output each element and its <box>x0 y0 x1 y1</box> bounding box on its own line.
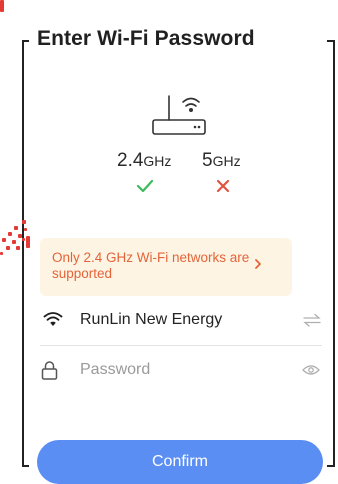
page-title: Enter Wi-Fi Password <box>37 27 255 50</box>
frame-right-bottom-tick <box>327 465 335 467</box>
frame-right-line <box>333 40 335 467</box>
check-icon <box>136 179 154 193</box>
frame-right-top-tick <box>327 40 335 42</box>
eye-icon[interactable] <box>302 364 320 376</box>
cross-icon <box>216 179 230 193</box>
lock-icon <box>41 361 58 380</box>
network-row-divider <box>40 345 322 346</box>
red-marker-icon <box>0 220 30 255</box>
network-name[interactable]: RunLin New Energy <box>80 311 222 329</box>
band-2-4ghz-label: 2.4GHz <box>117 150 172 171</box>
frame-left-top-tick <box>22 40 29 42</box>
band-notice[interactable]: Only 2.4 GHz Wi-Fi networks are supporte… <box>40 238 292 296</box>
band-5ghz-label: 5GHz <box>202 150 241 171</box>
confirm-button[interactable]: Confirm <box>37 440 323 484</box>
frame-left-bottom-tick <box>22 465 29 467</box>
switch-network-icon[interactable] <box>303 313 321 327</box>
notice-text: Only 2.4 GHz Wi-Fi networks are supporte… <box>52 250 250 281</box>
router-icon <box>152 95 206 135</box>
password-input[interactable] <box>80 359 290 381</box>
red-marker-right <box>0 0 4 12</box>
wifi-icon <box>43 312 63 326</box>
chevron-right-icon[interactable] <box>254 258 262 270</box>
